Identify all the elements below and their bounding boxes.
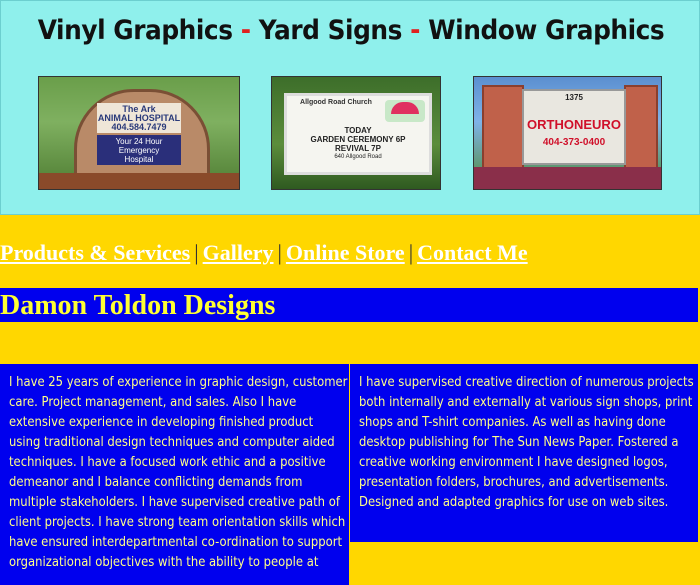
main-nav: Products & Services | Gallery | Online Store…: [0, 240, 528, 266]
nav-separator: |: [194, 240, 199, 265]
site-title: Damon Toldon Designs: [0, 290, 276, 321]
about-text-left: I have 25 years of experience in graphic…: [9, 374, 348, 570]
sign-photo-church: Allgood Road Church TODAY GARDEN CEREMON…: [271, 76, 441, 190]
sign-photo-orthoneuro: 1375 ORTHONEURO 404-373-0400: [473, 76, 662, 190]
church-logo-shape: [391, 102, 419, 114]
sign-bottom-panel: Your 24 Hour Emergency Hospital: [97, 135, 181, 165]
church-logo: [385, 100, 425, 122]
nav-separator: |: [277, 240, 282, 265]
banner-dash: -: [240, 15, 251, 46]
sign-text: 404-373-0400: [542, 137, 606, 148]
nav-link-contact-me[interactable]: Contact Me: [417, 240, 528, 265]
banner-title-window: Window Graphics: [428, 15, 665, 46]
orthoneuro-sign-panel: 1375 ORTHONEURO 404-373-0400: [522, 89, 626, 165]
sign-text: Hospital: [124, 155, 154, 164]
header-banner: Vinyl Graphics - Yard Signs - Window Gra…: [0, 0, 700, 215]
banner-title-yard: Yard Signs: [258, 15, 403, 46]
church-sign-board: Allgood Road Church TODAY GARDEN CEREMON…: [284, 93, 432, 175]
sign-text: 404.584.7479: [111, 122, 167, 132]
sign-text: GARDEN CEREMONY 6P: [310, 135, 406, 144]
sign-text: 1375: [565, 93, 583, 102]
about-text-right: I have supervised creative direction of …: [359, 374, 694, 510]
banner-dash: -: [410, 15, 421, 46]
sign-text: REVIVAL 7P: [335, 144, 381, 153]
banner-title-vinyl: Vinyl Graphics: [37, 15, 233, 46]
sign-text: ORTHONEURO: [527, 117, 621, 132]
flower-bed: [474, 167, 661, 189]
nav-link-gallery[interactable]: Gallery: [203, 240, 274, 265]
sign-text: Your 24 Hour: [115, 137, 163, 146]
banner-title: Vinyl Graphics - Yard Signs - Window Gra…: [29, 15, 673, 46]
nav-separator: |: [408, 240, 414, 265]
nav-link-products-services[interactable]: Products & Services: [0, 240, 190, 265]
church-sign-message: TODAY GARDEN CEREMONY 6P REVIVAL 7P 640 …: [291, 126, 425, 162]
about-column-left: I have 25 years of experience in graphic…: [0, 364, 349, 585]
church-sign-heading: Allgood Road Church: [300, 99, 372, 106]
sign-photo-animal-hospital: The Ark ANIMAL HOSPITAL 404.584.7479 You…: [38, 76, 240, 190]
flower-bed: [39, 173, 239, 189]
about-column-right: I have supervised creative direction of …: [350, 364, 698, 542]
sign-text: TODAY: [344, 126, 372, 135]
sign-text: 640 Allgood Road: [334, 154, 382, 160]
nav-link-online-store[interactable]: Online Store: [286, 240, 405, 265]
sign-text: Emergency: [118, 146, 160, 155]
sign-top-panel: The Ark ANIMAL HOSPITAL 404.584.7479: [97, 103, 181, 133]
